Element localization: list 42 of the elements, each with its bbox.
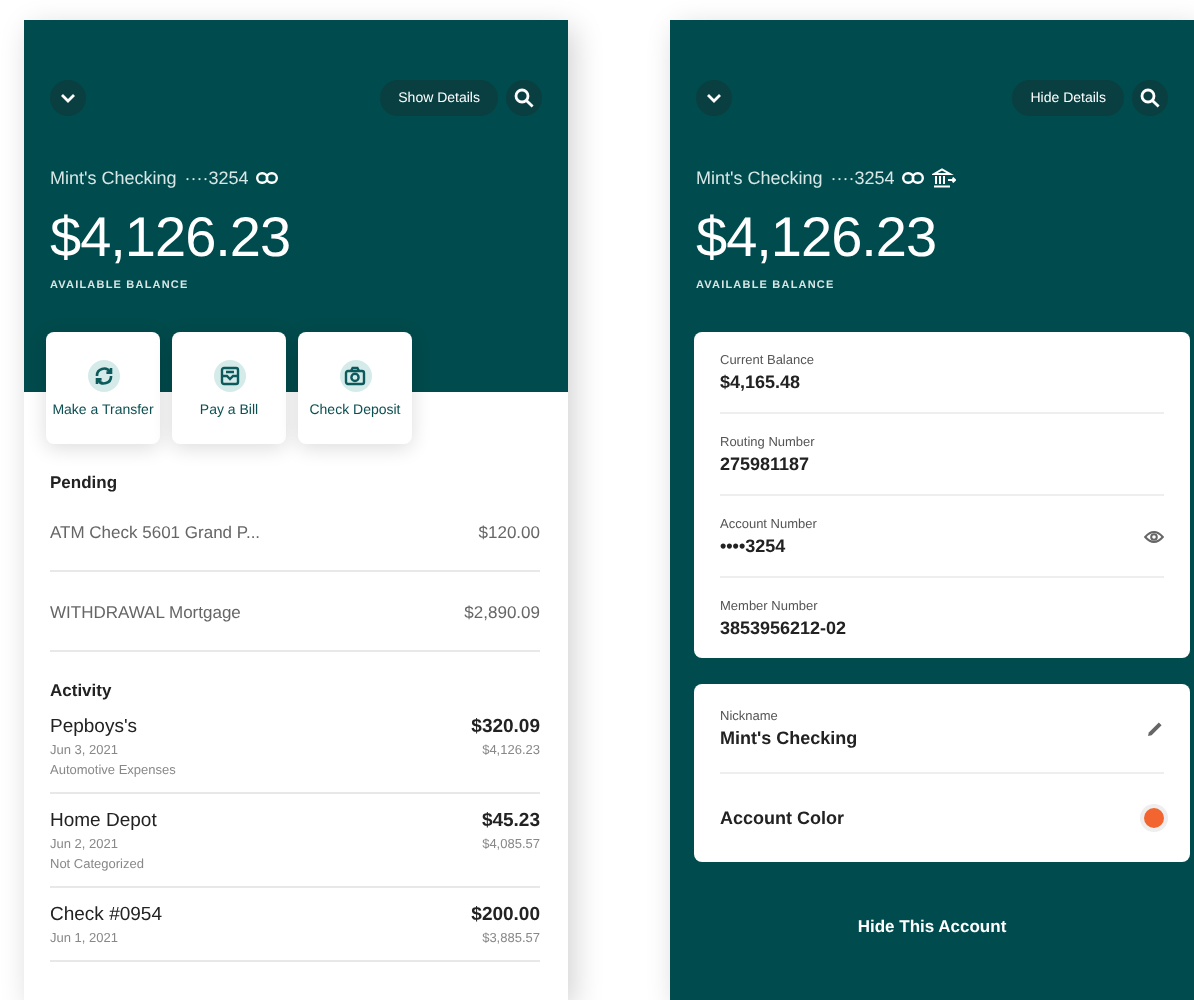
transaction-description: ATM Check 5601 Grand P... — [50, 521, 261, 541]
link-icon — [256, 172, 279, 184]
section-title: Activity — [50, 680, 114, 700]
transaction-amount: $2,890.09 — [464, 601, 540, 621]
detail-value: ••••3254 — [720, 535, 788, 555]
search-button[interactable] — [506, 80, 542, 116]
transaction-amount: $200.00 — [471, 904, 540, 926]
detail-value: 3853956212-02 — [720, 617, 847, 637]
hide-account-button[interactable]: Hide This Account — [845, 914, 1019, 938]
chevron-down-icon — [60, 92, 76, 104]
camera-icon — [344, 365, 366, 385]
transaction-description: WITHDRAWAL Mortgage — [50, 601, 241, 621]
section-title: Pending — [50, 472, 120, 492]
transaction-amount: $320.09 — [471, 716, 540, 738]
search-button[interactable] — [1132, 80, 1168, 116]
link-icon — [902, 172, 925, 184]
search-icon — [514, 88, 534, 108]
pencil-icon[interactable] — [1146, 719, 1164, 737]
balance-amount: $4,126.23 — [696, 204, 939, 272]
detail-value: $4,165.48 — [720, 371, 803, 391]
setting-label: Account Color — [720, 808, 844, 828]
account-number: ····3254 — [184, 168, 249, 188]
transaction-name: Home Depot — [50, 810, 157, 832]
refresh-icon — [93, 365, 113, 385]
transaction-name: Check #0954 — [50, 904, 162, 926]
color-swatch[interactable] — [1144, 808, 1164, 828]
transaction-name: Pepboys's — [50, 716, 140, 738]
bill-icon — [219, 365, 239, 385]
eye-icon[interactable] — [1144, 529, 1164, 543]
chevron-down-icon — [706, 92, 722, 104]
account-name: Mint's Checking — [696, 168, 823, 188]
transaction-amount: $45.23 — [481, 810, 540, 832]
bank-icon[interactable] — [932, 168, 957, 188]
nickname-value: Mint's Checking — [720, 727, 858, 747]
account-number: ····3254 — [830, 168, 895, 188]
balance-amount: $4,126.23 — [50, 204, 293, 272]
collapse-button[interactable] — [696, 80, 732, 116]
search-icon — [1140, 88, 1160, 108]
account-name: Mint's Checking — [50, 168, 177, 188]
detail-value: 275981187 — [720, 453, 812, 473]
transaction-amount: $120.00 — [478, 521, 540, 541]
collapse-button[interactable] — [50, 80, 86, 116]
